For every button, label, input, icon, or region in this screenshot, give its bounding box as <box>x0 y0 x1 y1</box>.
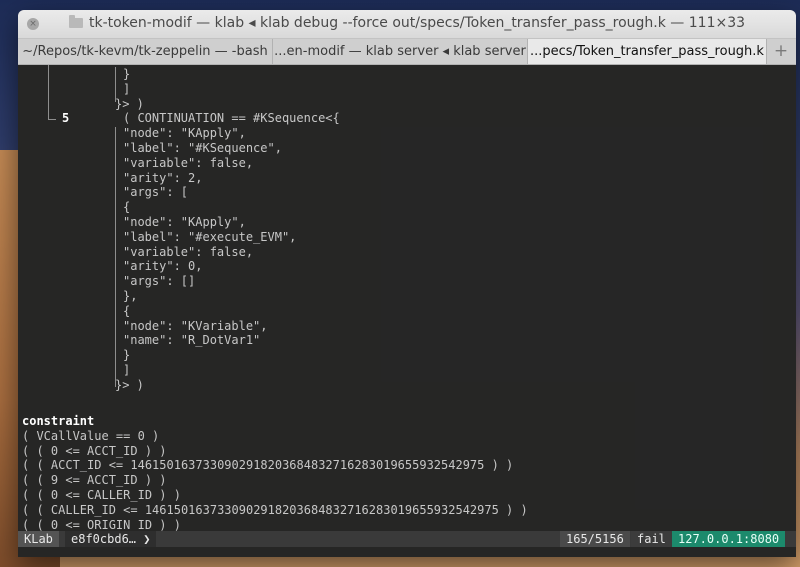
terminal-window: × tk-token-modif — klab ◂ klab debug --f… <box>18 10 796 557</box>
output-line: } <box>123 348 131 363</box>
constraint-line: ( ( ACCT_ID <= 1461501637330902918203684… <box>22 458 514 473</box>
output-line: } <box>123 67 131 81</box>
output-line: }, <box>123 289 138 303</box>
tree-guide <box>48 65 51 120</box>
output-line: "arity": 2, <box>123 170 203 185</box>
output-line: "label": "#execute_EVM", <box>123 229 297 244</box>
plus-icon: + <box>773 41 789 61</box>
output-line: ] <box>123 81 131 96</box>
step-number: 5 <box>62 111 70 126</box>
output-line: "node": "KApply", <box>123 126 246 141</box>
new-tab-button[interactable]: + <box>766 39 796 64</box>
status-badge: fail <box>631 531 672 547</box>
terminal-content[interactable]: } ] }> ) 5 ( CONTINUATION == #KSequence<… <box>18 65 796 557</box>
window-title: tk-token-modif — klab ◂ klab debug --for… <box>88 15 746 31</box>
output-line: "name": "R_DotVar1" <box>123 333 261 348</box>
indent-guide <box>115 127 116 387</box>
output-line: "node": "KVariable", <box>123 318 268 333</box>
tab-label: ~/Repos/tk-kevm/tk-zeppelin — -bash <box>22 44 268 59</box>
state-hash[interactable]: e8f0cbd6… ❯ <box>65 531 157 547</box>
output-line: "variable": false, <box>123 155 254 170</box>
tab-klab-debug[interactable]: ...pecs/Token_transfer_pass_rough.k <box>528 39 767 64</box>
output-line: "arity": 0, <box>123 259 203 274</box>
output-line: }> ) <box>115 377 144 392</box>
step-counter: 165/5156 <box>560 531 630 547</box>
output-line: ( CONTINUATION == #KSequence<{ <box>123 111 340 126</box>
constraint-line: ( ( 0 <= ACCT_ID ) ) <box>22 443 167 458</box>
window-title-wrap: tk-token-modif — klab ◂ klab debug --for… <box>18 15 796 31</box>
output-line: "label": "#KSequence", <box>123 141 282 155</box>
folder-icon <box>68 15 83 28</box>
title-bar: × tk-token-modif — klab ◂ klab debug --f… <box>18 10 796 39</box>
output-line: "args": [ <box>123 185 189 200</box>
output-line: "args": [] <box>123 274 196 289</box>
constraint-line: ( ( 0 <= CALLER_ID ) ) <box>22 488 181 502</box>
status-bar: KLab e8f0cbd6… ❯ 165/5156 fail 127.0.0.1… <box>18 531 796 547</box>
tab-bash[interactable]: ~/Repos/tk-kevm/tk-zeppelin — -bash <box>18 39 273 64</box>
constraint-line: ( ( 9 <= ACCT_ID ) ) <box>22 473 167 488</box>
server-address: 127.0.0.1:8080 <box>672 531 786 547</box>
tab-klab-server[interactable]: ...en-modif — klab server ◂ klab server <box>273 39 528 64</box>
tab-label: ...pecs/Token_transfer_pass_rough.k <box>530 44 764 59</box>
output-line: ] <box>123 363 131 377</box>
output-line: { <box>123 200 131 215</box>
tab-bar: ~/Repos/tk-kevm/tk-zeppelin — -bash ...e… <box>18 39 796 65</box>
output-line: "variable": false, <box>123 244 254 259</box>
output-line: "node": "KApply", <box>123 215 246 229</box>
output-line: }> ) <box>115 96 144 111</box>
constraint-heading: constraint <box>22 414 95 428</box>
constraint-line: ( VCallValue == 0 ) <box>22 428 160 443</box>
output-line: { <box>123 303 131 318</box>
tab-label: ...en-modif — klab server ◂ klab server <box>274 44 526 59</box>
tree-guide-tick <box>48 119 56 120</box>
constraint-line: ( ( CALLER_ID <= 14615016373309029182036… <box>22 502 528 517</box>
mode-indicator: KLab <box>18 531 59 547</box>
